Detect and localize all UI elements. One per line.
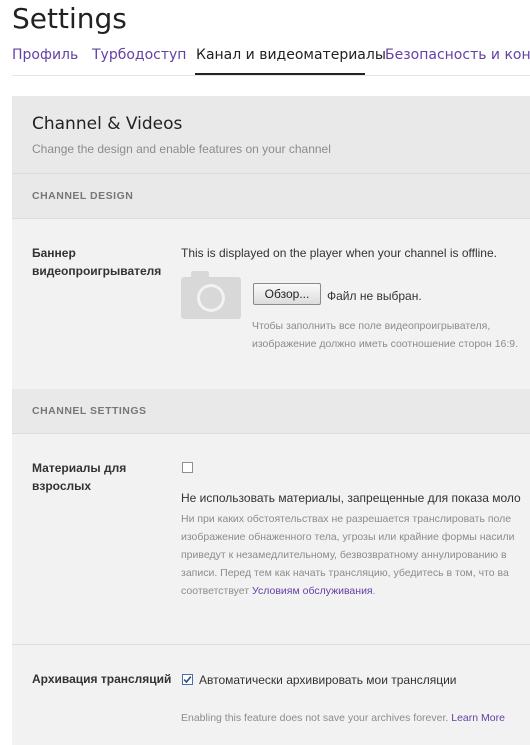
learn-more-link[interactable]: Learn More — [451, 712, 505, 724]
banner-description: This is displayed on the player when you… — [181, 246, 497, 260]
archive-hint: Enabling this feature does not save your… — [181, 709, 505, 728]
tab-channel-videos[interactable]: Канал и видеоматериалы — [196, 47, 386, 63]
archive-option-label[interactable]: Автоматически архивировать мои трансляци… — [199, 673, 457, 687]
tab-security-privacy[interactable]: Безопасность и конфи — [385, 47, 530, 63]
mature-hint-line-2: изображение обнаженного тела, угрозы или… — [181, 531, 515, 543]
camera-placeholder-icon — [181, 271, 241, 319]
mature-hint-line-4: записи. Перед тем как начать трансляцию,… — [181, 567, 509, 579]
mature-hint-suffix: . — [372, 585, 376, 597]
archive-checkbox[interactable] — [182, 674, 193, 685]
banner-hint-line-1: Чтобы заполнить все поле видеопроигрыват… — [252, 320, 491, 332]
row-divider — [12, 644, 530, 645]
section-label-channel-settings: CHANNEL SETTINGS — [32, 405, 147, 417]
mature-hint-line-5: соответствует Условиям обслуживания. — [181, 582, 376, 601]
tab-turbo[interactable]: Турбодоступ — [92, 47, 186, 63]
card-subtitle: Change the design and enable features on… — [32, 142, 331, 156]
channel-videos-panel: Channel & Videos Change the design and e… — [12, 96, 530, 745]
section-label-channel-design: CHANNEL DESIGN — [32, 190, 134, 202]
file-status: Файл не выбран. — [327, 289, 422, 303]
banner-label: Баннер видеопроигрывателя — [32, 246, 162, 278]
browse-file-button[interactable]: Обзор... — [253, 283, 321, 305]
card-header: Channel & Videos Change the design and e… — [12, 96, 530, 174]
archive-hint-text: Enabling this feature does not save your… — [181, 712, 449, 724]
mature-hint-line-1: Ни при каких обстоятельствах не разрешае… — [181, 513, 512, 525]
mature-content-checkbox[interactable] — [182, 462, 193, 473]
settings-tabs: Профиль Турбодоступ Канал и видеоматериа… — [0, 0, 530, 78]
tabs-divider — [12, 75, 530, 76]
channel-design-header: CHANNEL DESIGN — [12, 174, 530, 219]
mature-content-label: Материалы для взрослых — [32, 461, 127, 493]
mature-hint-prefix: соответствует — [181, 585, 253, 597]
mature-content-title: Не использовать материалы, запрещенные д… — [181, 491, 521, 505]
card-title: Channel & Videos — [32, 114, 183, 134]
banner-hint-line-2: изображение должно иметь соотношение сто… — [252, 338, 519, 350]
tab-profile[interactable]: Профиль — [12, 47, 78, 63]
mature-hint-line-3: приведут к незамедлительному, безвозврат… — [181, 549, 507, 561]
channel-settings-header: CHANNEL SETTINGS — [12, 389, 530, 434]
terms-of-service-link[interactable]: Условиям обслуживания — [252, 585, 373, 597]
archive-label: Архивация трансляций — [32, 672, 172, 686]
checkmark-icon — [183, 676, 192, 684]
